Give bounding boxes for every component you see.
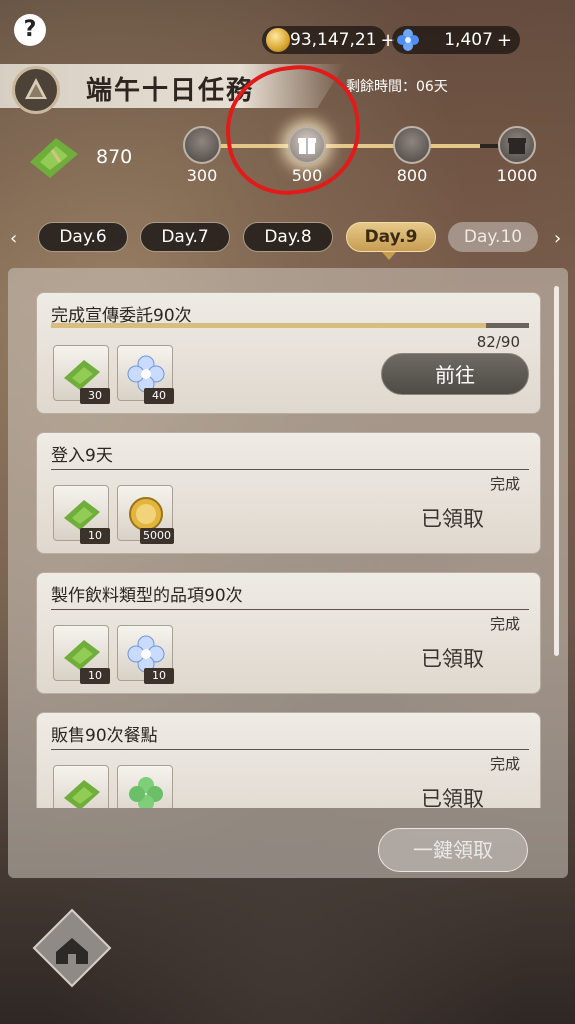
claimed-label: 已領取 [421, 787, 484, 808]
reward-qty: 40 [144, 388, 174, 404]
zongzi-icon [64, 780, 100, 808]
zongzi-icon [30, 138, 78, 178]
divider [51, 749, 529, 750]
milestone-300-icon[interactable] [183, 126, 221, 164]
divider [51, 469, 529, 470]
divider [51, 609, 529, 610]
reward-item[interactable]: 40 [117, 345, 174, 404]
prev-day-arrow[interactable]: ‹ [10, 228, 17, 249]
blue-flower-gem-icon [397, 29, 419, 51]
next-day-arrow[interactable]: › [554, 228, 561, 249]
gem-value: 1,407 [444, 30, 493, 50]
milestone-label: 300 [186, 166, 218, 185]
task-status: 完成 [489, 755, 520, 773]
task-status: 完成 [489, 615, 520, 633]
task-title: 製作飲料類型的品項90次 [51, 586, 243, 606]
reward-item[interactable] [117, 765, 173, 808]
task-card: 完成宣傳委託90次 82/90 30 40 前往 [36, 292, 541, 414]
reward-item[interactable]: 10 [53, 625, 110, 684]
event-points: 870 [96, 146, 133, 168]
milestone-label: 1000 [496, 166, 538, 185]
claimed-label: 已領取 [421, 507, 484, 531]
go-button[interactable]: 前往 [381, 353, 529, 395]
reward-item[interactable]: 30 [53, 345, 110, 404]
claim-all-button[interactable]: 一鍵領取 [378, 828, 528, 872]
tab-day-8[interactable]: Day.8 [243, 222, 333, 252]
reward-qty: 5000 [140, 528, 174, 544]
tab-day-6[interactable]: Day.6 [38, 222, 128, 252]
gold-currency: 93,147,21 + [262, 26, 396, 54]
reward-item[interactable]: 10 [53, 485, 110, 544]
task-card: 製作飲料類型的品項90次 完成 10 10 已領取 [36, 572, 541, 694]
task-card: 登入9天 完成 10 5000 已領取 [36, 432, 541, 554]
task-card: 販售90次餐點 完成 已領取 [36, 712, 541, 808]
tab-day-7[interactable]: Day.7 [140, 222, 230, 252]
milestone-800-icon[interactable] [393, 126, 431, 164]
tab-day-10[interactable]: Day.10 [448, 222, 538, 252]
add-gem-button[interactable]: + [497, 30, 512, 51]
reward-qty: 10 [80, 668, 110, 684]
reward-item[interactable]: 10 [117, 625, 174, 684]
clover-icon [129, 777, 163, 808]
task-list[interactable]: 完成宣傳委託90次 82/90 30 40 前往 登入9天 完成 10 5000… [36, 292, 541, 808]
task-progress-fill [51, 323, 487, 328]
gold-value: 93,147,21 [290, 30, 377, 50]
task-title: 登入9天 [51, 446, 113, 466]
reward-item[interactable] [53, 765, 109, 808]
gem-currency: 1,407 + [392, 26, 520, 54]
tab-day-9[interactable]: Day.9 [346, 222, 436, 252]
event-emblem-icon [12, 66, 60, 114]
reward-qty: 10 [80, 528, 110, 544]
claimed-label: 已領取 [421, 647, 484, 671]
task-list-scrollbar[interactable] [554, 286, 559, 656]
milestone-label: 800 [396, 166, 428, 185]
time-remaining: 剩餘時間：06天 [346, 79, 448, 95]
task-status: 完成 [489, 475, 520, 493]
active-tab-pointer [382, 252, 396, 260]
task-progress-text: 82/90 [476, 333, 520, 351]
reward-item[interactable]: 5000 [117, 485, 174, 544]
help-icon[interactable]: ? [14, 14, 46, 46]
reward-qty: 10 [144, 668, 174, 684]
reward-qty: 30 [80, 388, 110, 404]
milestone-1000-gift-icon[interactable] [498, 126, 536, 164]
home-icon[interactable] [30, 906, 114, 990]
gold-coin-icon [266, 28, 290, 52]
event-title: 端午十日任務 [86, 76, 255, 106]
task-progress-bar [51, 323, 529, 328]
task-title: 販售90次餐點 [51, 726, 158, 746]
